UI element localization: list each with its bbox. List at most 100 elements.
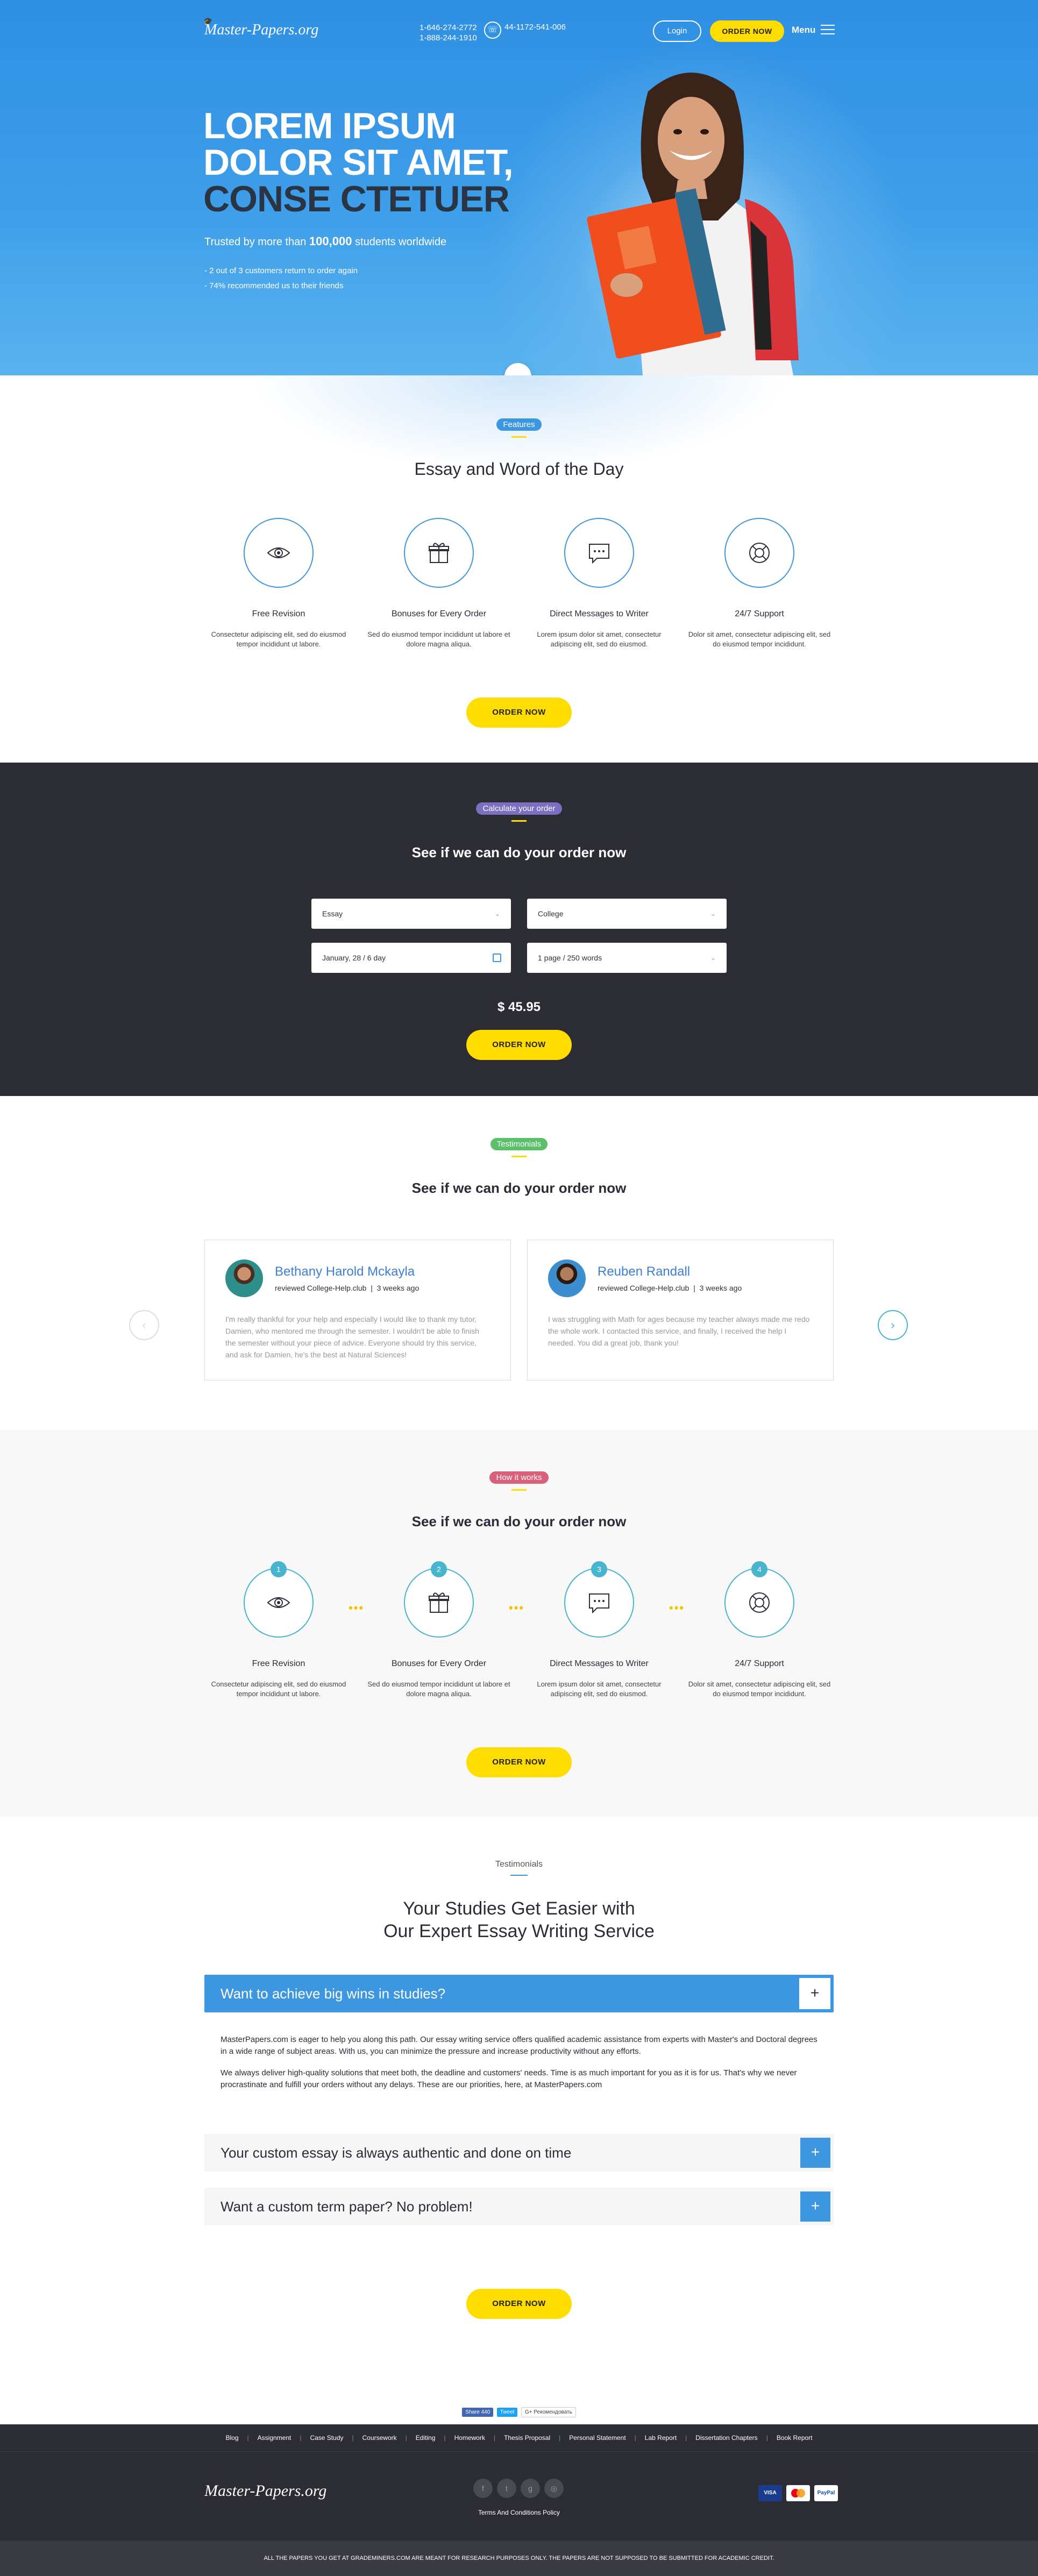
accordion-paragraph: We always deliver high-quality solutions… — [221, 2068, 797, 2089]
plus-icon[interactable]: + — [800, 2191, 830, 2222]
deadline-picker[interactable]: January, 28 / 6 day — [311, 943, 511, 973]
calculator-order-button[interactable]: ORDER NOW — [466, 1030, 572, 1060]
features-pill: Features — [496, 418, 542, 431]
calculator-title: See if we can do your order now — [411, 844, 627, 860]
footer-link[interactable]: Case Study — [310, 2434, 343, 2442]
footer-link[interactable]: Homework — [454, 2434, 485, 2442]
paypal-icon: PayPal — [814, 2485, 838, 2501]
step-connector: ••• — [349, 1601, 365, 1614]
google-plus-icon[interactable]: g — [521, 2479, 540, 2498]
google-plus-button[interactable]: G+ Рекомендовать — [521, 2407, 576, 2417]
hero-bullet: - 2 out of 3 customers return to order a… — [204, 266, 358, 275]
footer-link[interactable]: Dissertation Chapters — [695, 2434, 757, 2442]
testimonial-card: Reuben Randall reviewed College-Help.clu… — [527, 1240, 834, 1380]
terms-link[interactable]: Terms And Conditions Policy — [0, 2509, 1038, 2516]
hero-trust-text: Trusted by more than 100,000 students wo… — [204, 234, 446, 248]
feature-circle — [564, 518, 634, 588]
footer-link[interactable]: Assignment — [258, 2434, 292, 2442]
step-circle: 1 — [244, 1561, 314, 1638]
footer-link[interactable]: Personal Statement — [569, 2434, 625, 2442]
header-order-button[interactable]: ORDER NOW — [710, 20, 784, 42]
plus-icon[interactable]: + — [800, 2138, 830, 2168]
step-title: 24/7 Support — [735, 1659, 784, 1668]
plus-icon[interactable]: + — [799, 1978, 830, 2009]
faq-eyebrow: Testimonials — [495, 1860, 543, 1869]
chevron-down-icon: ⌄ — [514, 371, 522, 375]
feature-text: Dolor sit amet, consectetur adipiscing e… — [688, 630, 831, 648]
social-links: f t g ◎ — [473, 2479, 564, 2498]
trust-pre: Trusted by more than — [204, 236, 307, 248]
accordion-header[interactable]: Your custom essay is always authentic an… — [204, 2134, 834, 2172]
footer-link[interactable]: Book Report — [777, 2434, 813, 2442]
step-title: Free Revision — [252, 1659, 305, 1668]
footer-link[interactable]: Lab Report — [645, 2434, 677, 2442]
faq-title-line1: Your Studies Get Easier with — [403, 1898, 635, 1919]
login-button[interactable]: Login — [653, 20, 701, 42]
step-number: 4 — [751, 1561, 767, 1577]
facebook-icon[interactable]: f — [473, 2479, 493, 2498]
reviewer-name[interactable]: Bethany Harold Mckayla — [275, 1264, 419, 1279]
features-order-button[interactable]: ORDER NOW — [466, 698, 572, 728]
paper-type-value: Essay — [322, 909, 343, 918]
hero-title-line2: DOLOR SIT AMET, — [203, 142, 514, 183]
share-bar: Share 440 Tweet G+ Рекомендовать — [0, 2376, 1038, 2424]
step-item: 3 Direct Messages to Writer Lorem ipsum … — [525, 1561, 673, 1699]
academic-level-select[interactable]: College ⌄ — [527, 899, 727, 929]
faq-section: Testimonials Your Studies Get Easier wit… — [0, 1817, 1038, 2376]
review-time: 3 weeks ago — [376, 1284, 420, 1292]
accordion-question: Your custom essay is always authentic an… — [221, 2145, 572, 2161]
calendar-icon — [493, 953, 501, 962]
step-connector: ••• — [669, 1601, 685, 1614]
footer-link[interactable]: Editing — [416, 2434, 436, 2442]
step-text: Lorem ipsum dolor sit amet, consectetur … — [537, 1680, 662, 1698]
hero-title-line1: LOREM IPSUM — [203, 105, 456, 146]
accordion-header-open[interactable]: Want to achieve big wins in studies? + — [204, 1975, 834, 2012]
top-navigation: 🎓 Master-Papers.org 1-646-274-2772 1-888-… — [203, 18, 835, 46]
phone-us-2[interactable]: 1-888-244-1910 — [420, 33, 477, 43]
accordion-header[interactable]: Want a custom term paper? No problem! + — [204, 2188, 834, 2225]
facebook-share-button[interactable]: Share 440 — [462, 2408, 494, 2417]
paper-type-select[interactable]: Essay ⌄ — [311, 899, 511, 929]
site-logo[interactable]: 🎓 Master-Papers.org — [203, 18, 319, 39]
logo-text: Master-Papers.org — [204, 22, 319, 38]
twitter-tweet-button[interactable]: Tweet — [496, 2408, 518, 2417]
carousel-prev-button[interactable]: ‹ — [129, 1310, 159, 1340]
phone-uk[interactable]: 44-1172-541-006 — [504, 23, 566, 32]
step-number: 2 — [431, 1561, 447, 1577]
footer-link[interactable]: Thesis Proposal — [504, 2434, 550, 2442]
how-order-button[interactable]: ORDER NOW — [466, 1747, 572, 1777]
twitter-icon[interactable]: t — [497, 2479, 516, 2498]
footer-link[interactable]: Blog — [225, 2434, 238, 2442]
deadline-value: January, 28 / 6 day — [322, 953, 386, 962]
faq-order-button[interactable]: ORDER NOW — [466, 2289, 572, 2319]
student-illustration — [587, 73, 799, 375]
link-separator: | — [634, 2434, 636, 2442]
footer-logo[interactable]: Master-Papers.org — [204, 2482, 326, 2500]
testimonials-section: Testimonials See if we can do your order… — [0, 1096, 1038, 1429]
faq-accordion: Want to achieve big wins in studies? + M… — [204, 1975, 834, 2225]
chevron-down-icon: ⌄ — [494, 910, 500, 917]
feature-item: 24/7 Support Dolor sit amet, consectetur… — [685, 518, 834, 649]
hamburger-menu-icon[interactable] — [821, 25, 835, 35]
pages-select[interactable]: 1 page / 250 words ⌄ — [527, 943, 727, 973]
carousel-next-button[interactable]: › — [878, 1310, 908, 1340]
phone-us[interactable]: 1-646-274-2772 — [420, 23, 477, 33]
step-number: 1 — [271, 1561, 287, 1577]
chevron-down-icon: ⌄ — [710, 910, 716, 917]
instagram-icon[interactable]: ◎ — [544, 2479, 564, 2498]
link-separator: | — [405, 2434, 407, 2442]
chevron-left-icon: ‹ — [142, 1318, 146, 1332]
calculator-section: Calculate your order See if we can do yo… — [0, 763, 1038, 1096]
feature-title: 24/7 Support — [735, 609, 784, 618]
title-underline — [510, 1875, 528, 1876]
feature-circle — [244, 518, 314, 588]
hero-title-line3: CONSE CTETUER — [203, 179, 510, 219]
review-time: 3 weeks ago — [699, 1284, 742, 1292]
title-underline — [511, 436, 527, 438]
features-section: Features Essay and Word of the Day Free … — [0, 375, 1038, 763]
footer-link[interactable]: Coursework — [362, 2434, 397, 2442]
review-text: I was struggling with Math for ages beca… — [548, 1315, 810, 1347]
reviewer-name[interactable]: Reuben Randall — [598, 1264, 742, 1279]
title-underline — [511, 1489, 527, 1491]
menu-label[interactable]: Menu — [792, 25, 815, 35]
